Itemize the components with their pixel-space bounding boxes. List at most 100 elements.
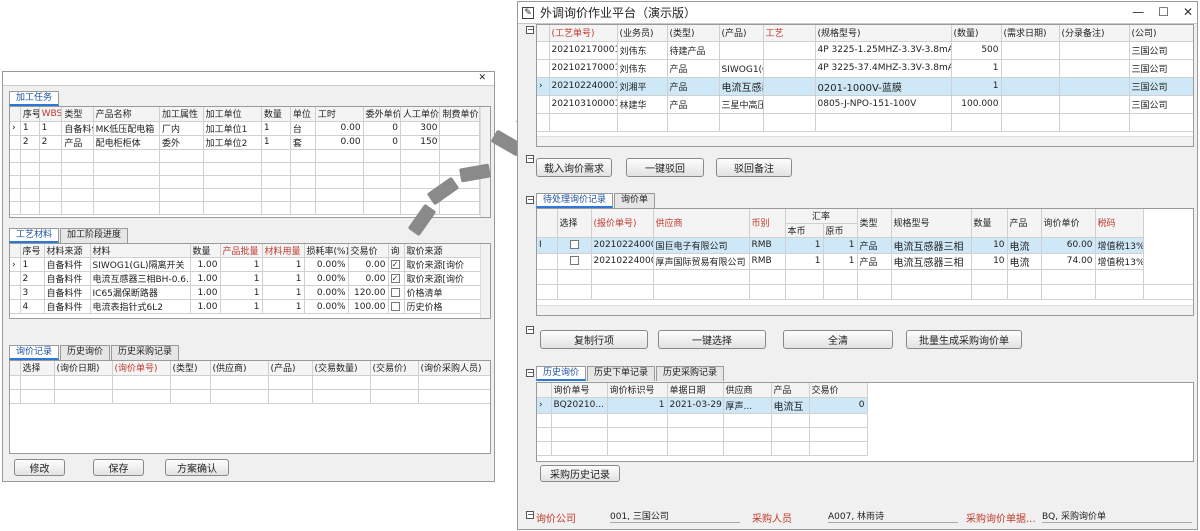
table-cell: 待建产品 — [667, 41, 720, 60]
main-window: ✎ 外调询价作业平台（演示版） — ☐ ✕ − (工艺单号) (业务员) (类型)(… — [517, 1, 1198, 530]
tab-history-order[interactable]: 历史下单记录 — [587, 366, 656, 381]
table-row[interactable]: ›11自备料件MK低压配电箱厂内加工单位11台0.000300 — [10, 121, 480, 136]
task-scrollbar[interactable] — [480, 107, 490, 217]
material-col-header: 材料 — [90, 244, 191, 258]
tab-inquiry-record[interactable]: 询价记录 — [9, 345, 60, 360]
modify-button[interactable]: 修改 — [14, 459, 65, 476]
reject-all-button[interactable]: 一键驳回 — [626, 158, 704, 177]
table-cell: 0.00 — [315, 135, 364, 150]
table-row[interactable]: 2 2 产品 配电柜柜体 委外 加工单位2 1 套 0.00 0 150 — [10, 135, 480, 150]
reject-note-button[interactable]: 驳回备注 — [716, 158, 792, 177]
table-cell: 1 — [785, 237, 824, 254]
table-cell: 0.00% — [304, 285, 349, 300]
select-checkbox[interactable] — [569, 240, 579, 249]
table-cell: 电流 — [1007, 253, 1042, 270]
task-col-header: 工时 — [315, 107, 364, 122]
tab-material[interactable]: 工艺材料 — [9, 228, 60, 243]
close-icon[interactable]: ✕ — [478, 73, 486, 83]
purchase-doc-value[interactable]: BQ, 采购询价单 — [1042, 509, 1192, 523]
inquiry-table: 选择 (询价日期) (询价单号) (类型) (供应商) (产品) (交易数量) (交易价) (询… — [10, 361, 490, 404]
request-col-header: (需求日期) — [1001, 25, 1060, 42]
col-currency: 币别 — [749, 209, 786, 238]
tab-history-purchase[interactable]: 历史采购记录 — [656, 366, 725, 381]
close-icon[interactable]: ✕ — [1183, 5, 1193, 19]
row-indicator-icon — [537, 253, 558, 270]
table-row[interactable]: › BQ20210... 1 2021-03-29 厚声... 电流互 0 — [537, 397, 868, 414]
tab-history-inquiry[interactable]: 历史询价 — [60, 345, 111, 360]
table-row[interactable]: 202102170001刘伟东产品SIWOG1(GL)隔离开关 4P 3225-3… — [537, 59, 1193, 78]
collapse-icon[interactable]: − — [526, 326, 534, 334]
inquiry-checkbox[interactable] — [390, 301, 400, 311]
tab-inquiry-sheet[interactable]: 询价单 — [614, 193, 656, 208]
inquiry-checkbox[interactable] — [390, 273, 400, 283]
request-col-header: (数量) — [951, 25, 1002, 42]
table-cell — [1001, 41, 1060, 60]
table-cell: 1.00 — [190, 285, 221, 300]
minimize-icon[interactable]: — — [1132, 5, 1144, 19]
table-row[interactable]: I202102240001国巨电子有限公司RMB11产品电流互感器三相10电流6… — [537, 237, 1193, 254]
material-col-header: 序号 — [20, 244, 45, 258]
table-cell: 0.00% — [304, 299, 349, 314]
table-cell — [719, 41, 764, 60]
material-scrollbar[interactable] — [480, 244, 490, 318]
batch-generate-button[interactable]: 批量生成采购询价单 — [906, 330, 1022, 349]
row-indicator-icon: › — [10, 121, 21, 136]
table-cell: 自备料件 — [44, 271, 91, 286]
pending-table: 选择 (报价单号) 供应商 币别 汇率 类型 规格型号 数量 产品 询价单价 税… — [537, 209, 1193, 300]
table-row[interactable]: 2自备料件电流互感器三相BH-0.6...1.00110.00%0.00取价来源… — [10, 271, 481, 286]
collapse-icon[interactable]: − — [526, 369, 534, 377]
table-cell: 产品 — [61, 135, 94, 150]
task-col-header: 数量 — [261, 107, 291, 122]
inquiry-checkbox[interactable] — [390, 287, 400, 297]
inquiry-company-label: 询价公司 — [536, 514, 576, 525]
pending-hscrollbar[interactable] — [537, 305, 1193, 315]
table-row[interactable]: 4 自备料件 电流表指针式6L2 1.00 1 1 0.00% 100.00 历史价格 — [10, 299, 481, 314]
table-cell: 2021-03-29 — [667, 397, 724, 414]
inquiry-col-header: (类型) — [170, 361, 211, 376]
tab-task[interactable]: 加工任务 — [9, 91, 60, 106]
inquiry-col-header: (询价单号) — [112, 361, 171, 376]
load-request-button[interactable]: 载入询价需求 — [536, 158, 612, 177]
clear-all-button[interactable]: 全清 — [783, 330, 893, 349]
request-hscrollbar[interactable] — [537, 136, 1193, 146]
table-cell: 电流 — [1007, 237, 1042, 254]
table-cell: 电流互感器三相 — [891, 237, 972, 254]
col-qty: 数量 — [971, 209, 1008, 238]
collapse-icon[interactable]: − — [526, 196, 534, 204]
collapse-icon[interactable]: − — [526, 155, 534, 163]
material-col-header: 材料用量 — [262, 244, 305, 258]
table-row[interactable]: 202103100001林建华产品三星中高压电容 0805-J-NPO-151-1… — [537, 95, 1193, 114]
tab-stage-progress[interactable]: 加工阶段进度 — [60, 228, 129, 243]
tab-history-inquiry[interactable]: 历史询价 — [536, 366, 587, 381]
table-cell: 0201-1000V-蓝膜 — [815, 77, 952, 96]
copy-row-button[interactable]: 复制行项 — [540, 330, 648, 349]
table-row[interactable]: ›1自备料件SIWOG1(GL)隔离开关1.00110.00%0.00取价来源[… — [10, 257, 481, 272]
inquiry-checkbox[interactable] — [390, 259, 400, 269]
select-checkbox[interactable] — [569, 256, 579, 265]
maximize-icon[interactable]: ☐ — [1158, 5, 1169, 19]
confirm-plan-button[interactable]: 方案确认 — [165, 459, 229, 476]
table-row[interactable]: 202102170001 刘伟东 待建产品 4P 3225-1.25MHZ-3.3V-… — [537, 41, 1193, 60]
row-indicator-icon — [10, 299, 21, 314]
history-col-header: 询价标识号 — [607, 383, 668, 398]
tab-pending-inquiry[interactable]: 待处理询价记录 — [536, 193, 614, 208]
tab-history-purchase[interactable]: 历史采购记录 — [111, 345, 180, 360]
request-col-header: 工艺 — [763, 25, 816, 42]
collapse-icon[interactable]: − — [526, 26, 534, 34]
task-table: 序号WBS类型产品名称加工属性加工单位数量单位工时委外单价人工单价制费单价 ›1… — [10, 107, 480, 215]
inquiry-col-header: 选择 — [20, 361, 55, 376]
table-cell: 202102170001 — [549, 41, 618, 60]
history-col-header: 交易价 — [809, 383, 868, 398]
select-all-button[interactable]: 一键选择 — [658, 330, 766, 349]
table-row[interactable]: ›202102240001刘湘平产品电流互感器三相BH-0 0201-1000V-… — [537, 77, 1193, 96]
table-row[interactable]: 3 自备料件 IC65漏保断路器 1.00 1 1 0.00% 120.00 价格清单 — [10, 285, 481, 300]
col-local-currency: 本币 — [785, 223, 824, 238]
buyer-value[interactable]: A007, 林雨诗 — [828, 509, 958, 523]
purchase-history-button[interactable]: 采购历史记录 — [540, 465, 620, 482]
inquiry-company-value[interactable]: 001, 三国公司 — [610, 509, 740, 523]
collapse-icon[interactable]: − — [526, 511, 534, 519]
table-cell: 1 — [220, 285, 263, 300]
table-row[interactable]: 202102240001厚声国际贸易有限公司RMB11产品电流互感器三相10电流… — [537, 253, 1193, 270]
save-button[interactable]: 保存 — [93, 459, 144, 476]
table-cell: RMB — [749, 253, 786, 270]
